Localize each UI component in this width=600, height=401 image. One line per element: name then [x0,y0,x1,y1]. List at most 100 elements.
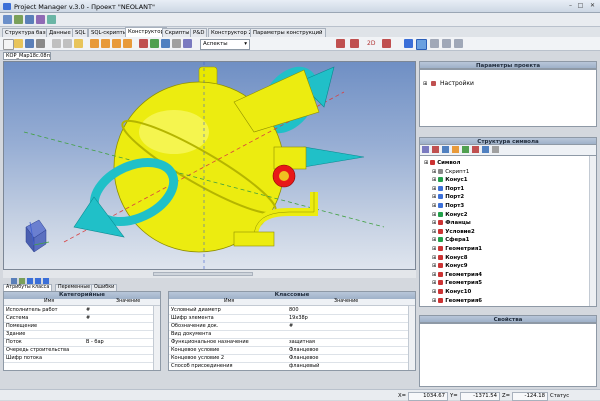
tree-node[interactable]: ⊞ Скрипт1 [432,168,469,176]
expand-icon[interactable]: ⊞ [432,289,436,295]
spline-icon[interactable] [454,39,463,48]
tree-node[interactable]: ⊞ Геометрия5 [432,279,482,287]
expand-icon[interactable]: ⊞ [432,229,436,235]
mode-2d-label[interactable]: 2D [367,40,375,47]
node-icon [438,203,444,208]
tree-node-label: Конус1 [445,177,468,184]
tree-node[interactable]: ⊞ Геометрия1 [432,245,482,253]
tree-tool-icon[interactable] [432,146,439,153]
title-bar: Project Manager v.3.0 - Проект "NEOLANT"… [0,0,600,13]
node-icon [438,228,444,234]
tree-node[interactable]: ⊞ Порт1 [432,185,464,193]
category-scrollbar[interactable] [153,306,160,370]
open-icon[interactable] [14,39,23,48]
move-icon[interactable] [350,39,359,48]
tree-node[interactable]: ⊞ Сфера1 [432,236,469,244]
tree-node[interactable]: ⊞ Геометрия4 [432,271,482,279]
table-row[interactable]: Шифр потока [4,354,154,363]
view-icon[interactable] [382,39,391,48]
tree-toolbar [419,145,597,155]
tree-tool-icon[interactable] [482,146,489,153]
align-right-icon[interactable] [112,39,121,48]
rotate-icon[interactable] [161,39,170,48]
lower-tabs: Атрибуты класса Переменные Ошибки [3,284,416,293]
tree-node[interactable]: ⊞ Конус1 [432,176,468,184]
expand-icon[interactable]: ⊞ [432,212,436,218]
node-icon [438,271,444,277]
right-pane: Параметры проекта ⊞ Настройки Структура … [419,61,597,387]
tree-node-label: Порт3 [445,203,465,209]
tree-node[interactable]: ⊞ Геометрия6 [432,297,482,305]
tree-tool-icon[interactable] [462,146,469,153]
document-tab[interactable]: КОР_Мар18с.08п [3,52,51,60]
tree-node[interactable]: ⊞ Фланцы [432,219,471,227]
edit-icon[interactable] [14,15,23,24]
layers-icon[interactable] [183,39,192,48]
class-scrollbar[interactable] [408,306,415,370]
tree-scrollbar[interactable] [589,156,596,306]
horizontal-splitter[interactable] [3,270,416,278]
top-toolbar [0,13,600,27]
mirror-icon[interactable] [172,39,181,48]
align-left-icon[interactable] [90,39,99,48]
col-name: Имя [224,299,235,304]
ungroup-icon[interactable] [150,39,159,48]
category-attributes-panel: Категорийные Имя Значение Исполнитель ра… [3,291,161,371]
brush-icon[interactable] [36,15,45,24]
axis-icon[interactable] [336,39,345,48]
tree-node[interactable]: ⊞ Конус2 [432,211,468,219]
group-icon[interactable] [139,39,148,48]
align-center-icon[interactable] [101,39,110,48]
minimize-button[interactable]: – [566,2,575,10]
table-row[interactable]: Способ присоединения фланцевый [169,362,409,370]
expand-icon[interactable]: ⊞ [432,169,436,175]
expand-icon[interactable]: ⊞ [424,160,428,166]
tree-node[interactable]: ⊞ Конус8 [432,254,468,262]
new-icon[interactable] [3,39,14,50]
expand-icon[interactable]: ⊞ [432,203,436,209]
copy-icon[interactable] [63,39,72,48]
expand-icon[interactable]: ⊞ [432,194,436,200]
expand-icon[interactable]: ⊞ [432,237,436,243]
draw-icon[interactable] [25,15,34,24]
tree-tool-icon[interactable] [452,146,459,153]
expand-icon[interactable]: ⊞ [432,280,436,286]
curve-icon[interactable] [442,39,451,48]
tree-node[interactable]: ⊞ Порт3 [432,202,464,210]
expand-icon[interactable]: ⊞ [432,263,436,269]
select-icon[interactable] [416,39,427,50]
3d-viewport[interactable] [3,61,416,270]
tree-node[interactable]: ⊞ Символ [424,159,460,167]
line-icon[interactable] [430,39,439,48]
expand-icon[interactable]: ⊞ [432,298,436,304]
maximize-button[interactable]: □ [576,2,585,10]
expand-icon[interactable]: ⊞ [432,186,436,192]
y-label: Y= [450,393,458,399]
print-icon[interactable] [36,39,45,48]
tree-node[interactable]: ⊞ Порт2 [432,193,464,201]
distribute-icon[interactable] [123,39,132,48]
tool-icon[interactable] [47,15,56,24]
pencil-icon[interactable] [3,15,12,24]
tree-tool-icon[interactable] [442,146,449,153]
tree-tool-icon[interactable] [472,146,479,153]
cut-icon[interactable] [52,39,61,48]
aspects-combo[interactable]: Аспекты ▾ [200,39,250,50]
close-button[interactable]: ✕ [588,2,597,10]
expand-icon[interactable]: ⊞ [432,255,436,261]
tree-node[interactable]: ⊞ Конус9 [432,262,468,270]
render-icon[interactable] [404,39,413,48]
expand-icon[interactable]: ⊞ [432,246,436,252]
settings-node[interactable]: ⊞ Настройки [423,80,474,88]
expand-icon[interactable]: ⊞ [432,177,436,183]
tree-tool-icon[interactable] [492,146,499,153]
paste-icon[interactable] [74,39,83,48]
expand-icon[interactable]: ⊞ [423,81,427,87]
tree-node[interactable]: ⊞ Конус10 [432,288,471,296]
tree-node[interactable]: ⊞ Условие2 [432,228,475,236]
expand-icon[interactable]: ⊞ [432,272,436,278]
save-icon[interactable] [25,39,34,48]
tree-tool-icon[interactable] [422,146,429,153]
expand-icon[interactable]: ⊞ [432,220,436,226]
settings-icon [431,81,437,86]
